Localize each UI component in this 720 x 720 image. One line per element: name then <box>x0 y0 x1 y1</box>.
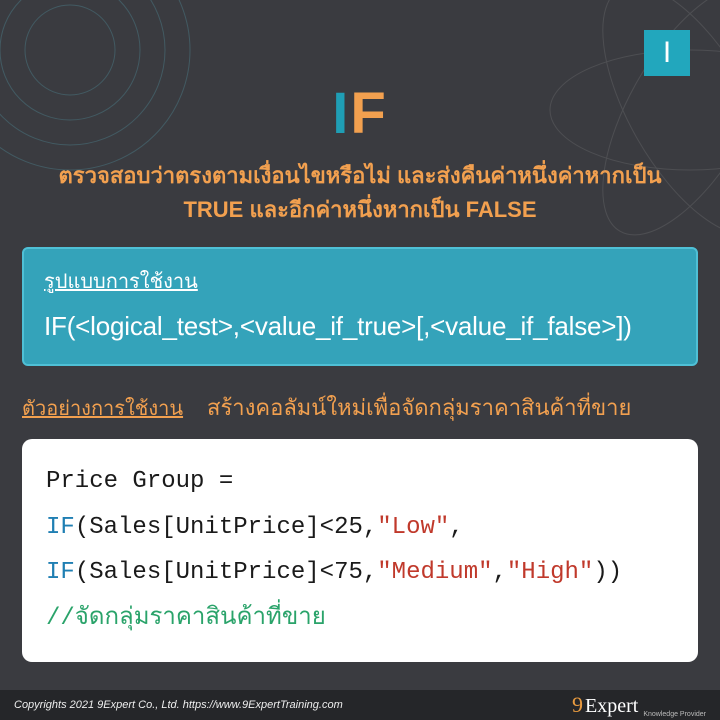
function-description: ตรวจสอบว่าตรงตามเงื่อนไขหรือไม่ และส่งคื… <box>0 147 720 227</box>
footer: Copyrights 2021 9Expert Co., Ltd. https:… <box>0 690 720 720</box>
example-label: ตัวอย่างการใช้งาน <box>22 392 183 424</box>
copyright-text: Copyrights 2021 9Expert Co., Ltd. https:… <box>14 699 343 711</box>
syntax-label: รูปแบบการใช้งาน <box>44 265 676 297</box>
example-header: ตัวอย่างการใช้งาน สร้างคอลัมน์ใหม่เพื่อจ… <box>22 390 698 425</box>
code-example: Price Group = IF(Sales[UnitPrice]<25,"Lo… <box>22 439 698 661</box>
syntax-text: IF(<logical_test>,<value_if_true>[,<valu… <box>44 311 676 342</box>
brand-logo: 9 Expert Knowledge Provider <box>572 692 706 718</box>
letter-badge: I <box>644 30 690 76</box>
syntax-box: รูปแบบการใช้งาน IF(<logical_test>,<value… <box>22 247 698 366</box>
example-description: สร้างคอลัมน์ใหม่เพื่อจัดกลุ่มราคาสินค้าท… <box>207 390 631 425</box>
function-title: IF <box>0 0 720 147</box>
